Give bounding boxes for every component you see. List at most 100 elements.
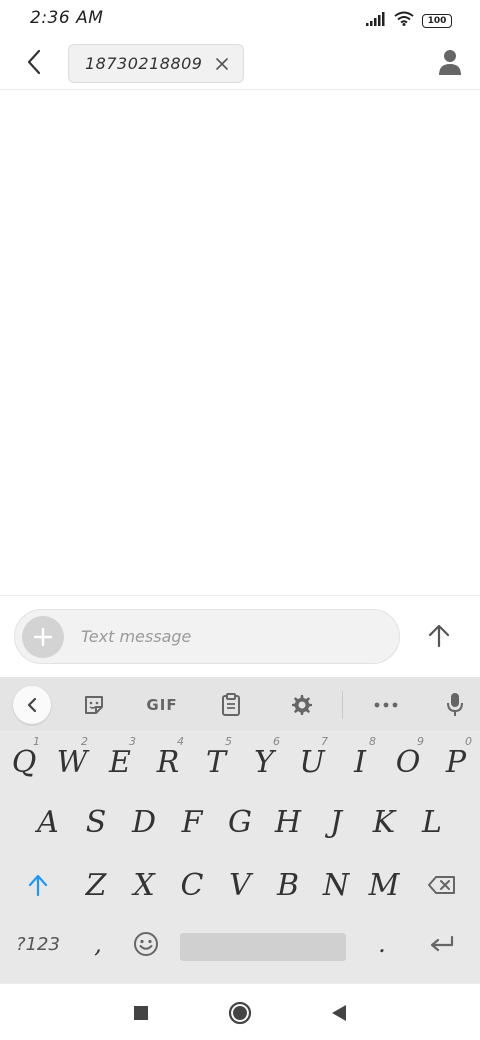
send-arrow-icon — [428, 624, 450, 648]
period-key-label: . — [378, 930, 386, 958]
key-label: B — [276, 867, 300, 903]
key-label: P — [445, 744, 467, 780]
key-s[interactable]: S — [72, 793, 120, 851]
key-m[interactable]: M — [360, 856, 408, 914]
key-l[interactable]: L — [408, 793, 456, 851]
shift-key[interactable] — [10, 856, 66, 914]
key-t[interactable]: T5 — [192, 733, 240, 791]
key-hint: 2 — [81, 735, 88, 748]
key-w[interactable]: W2 — [48, 733, 96, 791]
key-label: M — [368, 867, 400, 903]
message-input[interactable] — [81, 622, 381, 650]
more-button[interactable] — [367, 686, 405, 724]
send-button[interactable] — [419, 616, 459, 656]
system-nav-bar — [0, 983, 480, 1040]
settings-button[interactable] — [282, 686, 320, 724]
key-u[interactable]: U7 — [288, 733, 336, 791]
key-c[interactable]: C — [168, 856, 216, 914]
emoji-key[interactable] — [124, 915, 168, 973]
comma-key[interactable]: , — [76, 915, 120, 973]
compose-field[interactable] — [14, 609, 400, 664]
plus-icon — [34, 628, 52, 646]
key-row-bottom: ?123 , . — [0, 915, 480, 977]
key-j[interactable]: J — [312, 793, 360, 851]
backspace-icon — [428, 876, 455, 894]
recipient-number: 18730218809 — [85, 54, 203, 73]
key-q[interactable]: Q1 — [0, 733, 48, 791]
key-a[interactable]: A — [24, 793, 72, 851]
wifi-icon — [394, 11, 414, 30]
key-o[interactable]: O9 — [384, 733, 432, 791]
recents-button[interactable] — [126, 998, 156, 1028]
gif-button[interactable]: GIF — [138, 686, 186, 724]
recipient-chip[interactable]: 18730218809 — [68, 44, 244, 83]
key-x[interactable]: X — [120, 856, 168, 914]
symbols-key-label: ?123 — [16, 933, 60, 955]
key-label: C — [180, 867, 204, 903]
key-hint: 5 — [225, 735, 232, 748]
key-k[interactable]: K — [360, 793, 408, 851]
key-hint: 6 — [273, 735, 280, 748]
key-label: X — [133, 867, 155, 903]
key-g[interactable]: G — [216, 793, 264, 851]
keyboard: GIF Q 1 W 2 E 3 R 4 T 5 Y 6 U 7 I 8 O 9 … — [0, 677, 480, 983]
key-hint: 1 — [33, 735, 40, 748]
key-label: R — [156, 744, 180, 780]
collapse-chevron-icon — [27, 697, 37, 713]
key-label: O — [395, 744, 421, 780]
period-key[interactable]: . — [360, 915, 404, 973]
home-button[interactable] — [225, 998, 255, 1028]
key-label: F — [181, 804, 203, 840]
key-h[interactable]: H — [264, 793, 312, 851]
collapse-toolbar-button[interactable] — [13, 686, 51, 724]
key-b[interactable]: B — [264, 856, 312, 914]
space-key[interactable] — [176, 919, 350, 969]
status-time: 2:36 AM — [30, 8, 104, 28]
enter-icon — [430, 935, 454, 952]
shift-arrow-icon — [28, 874, 48, 896]
key-hint: 3 — [129, 735, 136, 748]
key-f[interactable]: F — [168, 793, 216, 851]
key-r[interactable]: R4 — [144, 733, 192, 791]
status-icons: 100 — [366, 11, 452, 30]
key-v[interactable]: V — [216, 856, 264, 914]
more-icon — [374, 702, 398, 708]
key-i[interactable]: I8 — [336, 733, 384, 791]
key-e[interactable]: E3 — [96, 733, 144, 791]
key-label: J — [329, 804, 343, 840]
sticker-button[interactable] — [75, 686, 113, 724]
enter-key[interactable] — [414, 915, 470, 973]
clipboard-icon — [222, 693, 240, 716]
key-label: D — [131, 804, 157, 840]
back-triangle-icon — [332, 1005, 346, 1021]
remove-recipient-button[interactable] — [213, 55, 231, 73]
key-label: U — [299, 744, 325, 780]
conversation-header: 18730218809 — [0, 40, 480, 90]
status-bar: 2:36 AM 100 — [0, 0, 480, 40]
keyboard-toolbar: GIF — [0, 677, 480, 731]
key-p[interactable]: P0 — [432, 733, 480, 791]
voice-input-button[interactable] — [436, 686, 474, 724]
close-icon — [216, 58, 228, 70]
key-label: A — [37, 804, 59, 840]
symbols-key[interactable]: ?123 — [4, 915, 72, 973]
backspace-key[interactable] — [414, 856, 470, 914]
signal-icon — [366, 11, 386, 30]
key-row-3: ZXCVBNM — [0, 854, 480, 916]
key-label: G — [228, 804, 252, 840]
key-label: K — [372, 804, 396, 840]
clipboard-button[interactable] — [212, 686, 250, 724]
key-z[interactable]: Z — [72, 856, 120, 914]
back-button[interactable] — [18, 48, 50, 80]
key-n[interactable]: N — [312, 856, 360, 914]
key-hint: 0 — [465, 735, 472, 748]
key-label: V — [229, 867, 251, 903]
key-y[interactable]: Y6 — [240, 733, 288, 791]
key-hint: 8 — [369, 735, 376, 748]
contact-button[interactable] — [434, 48, 466, 80]
attach-button[interactable] — [22, 616, 64, 658]
key-d[interactable]: D — [120, 793, 168, 851]
nav-back-button[interactable] — [324, 998, 354, 1028]
toolbar-divider — [342, 691, 343, 719]
gif-label: GIF — [146, 696, 178, 714]
